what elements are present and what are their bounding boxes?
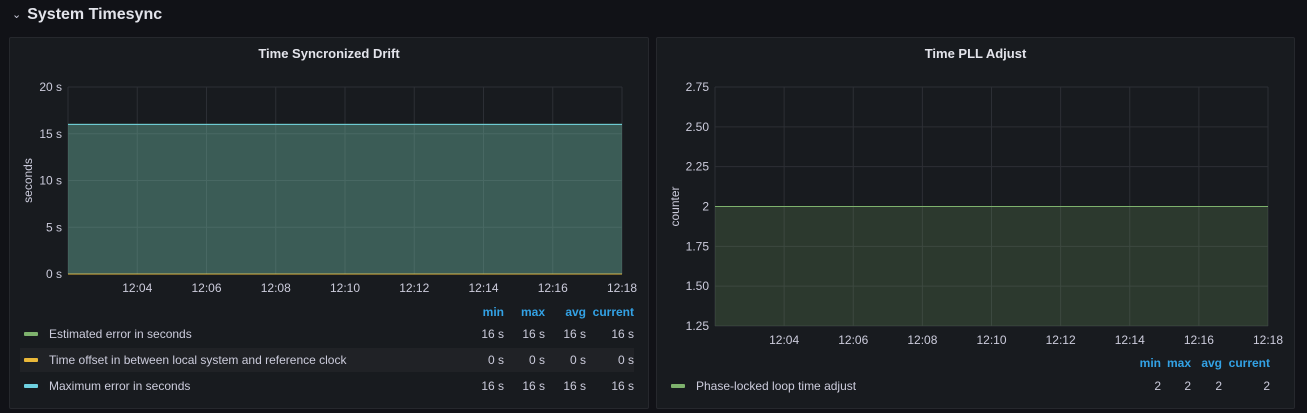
- panel-time-pll-adjust[interactable]: Time PLL Adjust 1.25 1.50 1.75 2 2.25 2.50 2.7…: [656, 37, 1295, 409]
- y-tick-label: 20 s: [39, 80, 62, 94]
- panel-time-syncronized-drift[interactable]: Time Syncronized Drift 0 s5 s 10 s 15 s 20 …: [9, 37, 649, 409]
- x-tick-label: 12:10: [976, 333, 1006, 347]
- series-phase-locked-loop-time-adjust-area: [715, 206, 1268, 326]
- y-tick-label: 0 s: [46, 267, 62, 281]
- y-tick-label: 2.25: [686, 160, 710, 174]
- legend-max: 16 s: [522, 379, 545, 393]
- legend-max: 2: [1184, 379, 1191, 393]
- x-tick-label: 12:12: [399, 281, 429, 295]
- legend-avg: 16 s: [563, 379, 586, 393]
- y-tick-label: 2: [702, 200, 709, 214]
- legend-series-name[interactable]: Time offset in between local system and …: [49, 353, 476, 367]
- legend-current: 2: [1263, 379, 1270, 393]
- x-tick-label: 12:08: [261, 281, 291, 295]
- y-axis-label: seconds: [21, 158, 35, 203]
- series-color-swatch[interactable]: [24, 384, 38, 388]
- legend-item-maximum-error[interactable]: Maximum error in seconds 16 s 16 s 16 s …: [20, 374, 634, 398]
- x-tick-label: 12:06: [191, 281, 221, 295]
- x-tick-label: 12:14: [1115, 333, 1145, 347]
- legend-item-time-offset[interactable]: Time offset in between local system and …: [20, 348, 634, 372]
- legend-header-avg[interactable]: avg: [545, 305, 586, 319]
- x-tick-label: 12:16: [538, 281, 568, 295]
- row-header-system-timesync[interactable]: ⌄ System Timesync: [12, 4, 162, 26]
- legend-header-current[interactable]: current: [1222, 356, 1270, 370]
- legend-header-max[interactable]: max: [1161, 356, 1191, 370]
- legend-header-min[interactable]: min: [476, 305, 504, 319]
- legend-current: 16 s: [611, 327, 634, 341]
- legend-current: 0 s: [617, 353, 634, 367]
- y-tick-label: 1.50: [686, 279, 710, 293]
- legend-item-pll-adjust[interactable]: Phase-locked loop time adjust 2 2 2 2: [667, 374, 1270, 398]
- legend-avg: 16 s: [563, 327, 586, 341]
- y-tick-label: 5 s: [46, 220, 62, 234]
- y-tick-label: 2.50: [686, 120, 710, 134]
- legend-header-current[interactable]: current: [586, 305, 634, 319]
- legend-header: min max avg current: [1133, 356, 1270, 370]
- legend-series-name[interactable]: Estimated error in seconds: [49, 327, 476, 341]
- legend-series-name[interactable]: Maximum error in seconds: [49, 379, 476, 393]
- legend-max: 0 s: [528, 353, 545, 367]
- legend-min: 16 s: [481, 379, 504, 393]
- x-tick-label: 12:18: [1253, 333, 1283, 347]
- x-tick-label: 12:04: [122, 281, 152, 295]
- legend-avg: 2: [1215, 379, 1222, 393]
- legend-current: 16 s: [611, 379, 634, 393]
- series-color-swatch[interactable]: [24, 332, 38, 336]
- x-tick-label: 12:04: [769, 333, 799, 347]
- pll-chart[interactable]: 1.25 1.50 1.75 2 2.25 2.50 2.75 12:04 12:06 12:08…: [657, 38, 1296, 410]
- series-color-swatch[interactable]: [671, 384, 685, 388]
- x-tick-label: 12:14: [468, 281, 498, 295]
- x-tick-label: 12:12: [1046, 333, 1076, 347]
- y-axis-label: counter: [668, 186, 682, 226]
- y-tick-label: 1.25: [686, 319, 710, 333]
- x-tick-label: 12:06: [838, 333, 868, 347]
- legend-item-estimated-error[interactable]: Estimated error in seconds 16 s 16 s 16 …: [20, 322, 634, 346]
- legend-max: 16 s: [522, 327, 545, 341]
- legend-header: min max avg current: [476, 305, 634, 319]
- series-color-swatch[interactable]: [24, 358, 38, 362]
- y-tick-label: 10 s: [39, 174, 62, 188]
- y-tick-label: 15 s: [39, 127, 62, 141]
- legend-header-avg[interactable]: avg: [1191, 356, 1222, 370]
- legend-series-name[interactable]: Phase-locked loop time adjust: [696, 379, 1133, 393]
- legend-min: 16 s: [481, 327, 504, 341]
- y-tick-label: 1.75: [686, 239, 710, 253]
- series-maximum-error-in-seconds-area: [68, 124, 622, 275]
- y-tick-label: 2.75: [686, 80, 710, 94]
- chevron-down-icon[interactable]: ⌄: [12, 9, 21, 21]
- legend-min: 2: [1154, 379, 1161, 393]
- x-tick-label: 12:16: [1184, 333, 1214, 347]
- x-tick-label: 12:10: [330, 281, 360, 295]
- legend-header-min[interactable]: min: [1133, 356, 1161, 370]
- legend-min: 0 s: [487, 353, 504, 367]
- legend-avg: 0 s: [569, 353, 586, 367]
- legend-header-max[interactable]: max: [504, 305, 545, 319]
- row-title: System Timesync: [27, 6, 163, 23]
- x-tick-label: 12:18: [607, 281, 637, 295]
- x-tick-label: 12:08: [907, 333, 937, 347]
